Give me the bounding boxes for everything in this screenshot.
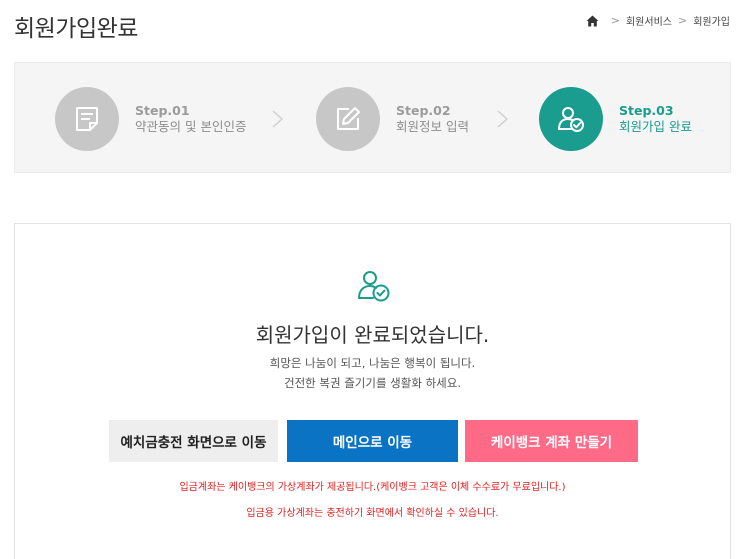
- step-complete: Step.03 회원가입 완료: [539, 87, 692, 151]
- breadcrumb: > 회원서비스 > 회원가입: [586, 13, 730, 28]
- edit-icon: [337, 107, 360, 130]
- page-title: 회원가입완료: [14, 16, 138, 42]
- sub-message-line2: 건전한 복권 즐기기를 생활화 하세요.: [284, 376, 461, 390]
- document-icon: [76, 107, 98, 131]
- notice-virtual-account: 입금계좌는 케이뱅크의 가상계좌가 제공됩니다.(케이뱅크 고객은 이체 수수료…: [179, 482, 566, 493]
- breadcrumb-item-member-service[interactable]: 회원서비스: [626, 13, 672, 28]
- home-icon[interactable]: [586, 15, 599, 27]
- sub-message-line1: 희망은 나눔이 되고, 나눔은 행복이 됩니다.: [269, 356, 476, 370]
- chevron-right-icon: [272, 110, 284, 128]
- user-check-icon: [358, 271, 390, 302]
- user-check-icon: [558, 107, 584, 132]
- chevron-right-icon: [497, 110, 509, 128]
- step-circle: [539, 87, 603, 151]
- completion-message: 회원가입이 완료되었습니다.: [255, 323, 490, 347]
- step-circle: [316, 87, 380, 151]
- step-label: 회원정보 입력: [396, 119, 469, 134]
- step-member-info: Step.02 회원정보 입력: [316, 87, 469, 151]
- breadcrumb-item-signup: 회원가입: [693, 17, 730, 28]
- step-label: 약관동의 및 본인인증: [135, 119, 247, 134]
- step-agreement: Step.01 약관동의 및 본인인증: [55, 87, 246, 151]
- step-label: 회원가입 완료: [619, 119, 692, 134]
- notice-check-account: 입금용 가상계좌는 충전하기 화면에서 확인하실 수 있습니다.: [246, 508, 499, 519]
- completion-panel: 회원가입이 완료되었습니다. 희망은 나눔이 되고, 나눔은 행복이 됩니다. …: [14, 223, 731, 559]
- chevron-right-icon: >: [610, 14, 620, 27]
- kbank-account-button[interactable]: 케이뱅크 계좌 만들기: [465, 420, 638, 462]
- step-number: Step.01: [135, 103, 190, 118]
- step-circle: [55, 87, 119, 151]
- go-main-button[interactable]: 메인으로 이동: [287, 420, 458, 462]
- signup-steps: Step.01 약관동의 및 본인인증 Step.02 회원정보 입력 Step…: [14, 62, 731, 173]
- chevron-right-icon: >: [677, 14, 688, 27]
- step-number: Step.02: [396, 103, 451, 118]
- deposit-charge-button[interactable]: 예치금충전 화면으로 이동: [109, 420, 278, 462]
- step-number: Step.03: [619, 103, 674, 118]
